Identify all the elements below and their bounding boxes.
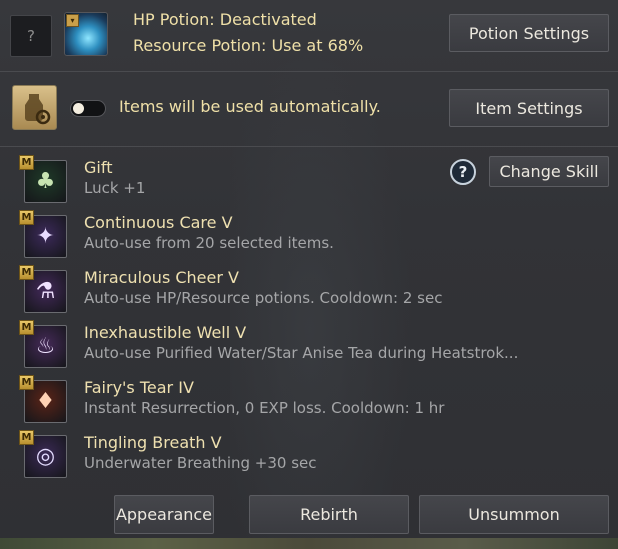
- resource-potion-status: Resource Potion: Use at 68%: [133, 36, 364, 55]
- appearance-button[interactable]: Appearance: [114, 495, 214, 534]
- skill-item: ♣ M Gift Luck +1: [0, 153, 618, 205]
- help-button[interactable]: ?: [10, 15, 52, 57]
- skill-desc: Auto-use from 20 selected items.: [84, 234, 334, 252]
- skill-name: Miraculous Cheer V: [84, 268, 239, 287]
- rebirth-label: Rebirth: [300, 505, 358, 524]
- potion-gear-icon: [12, 85, 57, 130]
- unsummon-label: Unsummon: [468, 505, 560, 524]
- skill-item: ♨ M Inexhaustible Well V Auto-use Purifi…: [0, 318, 618, 370]
- skill-name: Tingling Breath V: [84, 433, 222, 452]
- auto-use-text: Items will be used automatically.: [119, 97, 381, 116]
- skill-desc: Underwater Breathing +30 sec: [84, 454, 317, 472]
- rebirth-button[interactable]: Rebirth: [249, 495, 409, 534]
- skill-icon: ◎ M: [19, 430, 67, 478]
- skill-desc: Instant Resurrection, 0 EXP loss. Cooldo…: [84, 399, 445, 417]
- hp-potion-status: HP Potion: Deactivated: [133, 10, 317, 29]
- m-badge: M: [19, 155, 34, 170]
- m-badge: M: [19, 430, 34, 445]
- skill-item: ◎ M Tingling Breath V Underwater Breathi…: [0, 428, 618, 480]
- help-label: ?: [27, 27, 35, 45]
- skill-item: ⚗ M Miraculous Cheer V Auto-use HP/Resou…: [0, 263, 618, 315]
- m-badge: M: [19, 265, 34, 280]
- skill-icon: ♨ M: [19, 320, 67, 368]
- potion-icon: ▾: [64, 12, 108, 56]
- skill-name: Inexhaustible Well V: [84, 323, 247, 342]
- skill-desc: Auto-use Purified Water/Star Anise Tea d…: [84, 344, 519, 362]
- divider: [0, 146, 618, 147]
- m-badge: M: [19, 375, 34, 390]
- m-badge: M: [19, 210, 34, 225]
- skill-desc: Auto-use HP/Resource potions. Cooldown: …: [84, 289, 443, 307]
- appearance-label: Appearance: [115, 505, 213, 524]
- divider: [0, 71, 618, 72]
- skill-icon: ♣ M: [19, 155, 67, 203]
- skill-name: Gift: [84, 158, 113, 177]
- toggle-knob: [73, 103, 84, 114]
- skill-icon: ⚗ M: [19, 265, 67, 313]
- potion-settings-label: Potion Settings: [468, 23, 590, 43]
- fairy-settings-panel: ? ▾ HP Potion: Deactivated Resource Poti…: [0, 0, 618, 549]
- skill-item: ✦ M Continuous Care V Auto-use from 20 s…: [0, 208, 618, 260]
- slot-badge-icon: ▾: [66, 14, 79, 27]
- unsummon-button[interactable]: Unsummon: [419, 495, 609, 534]
- skill-desc: Luck +1: [84, 179, 146, 197]
- skill-name: Continuous Care V: [84, 213, 233, 232]
- skill-icon: ✦ M: [19, 210, 67, 258]
- skill-item: ♦ M Fairy's Tear IV Instant Resurrection…: [0, 373, 618, 425]
- m-badge: M: [19, 320, 34, 335]
- skill-icon: ♦ M: [19, 375, 67, 423]
- item-settings-label: Item Settings: [475, 98, 583, 118]
- item-settings-button[interactable]: Item Settings: [449, 89, 609, 127]
- auto-use-toggle[interactable]: [70, 100, 106, 117]
- skill-name: Fairy's Tear IV: [84, 378, 194, 397]
- world-background-strip: [0, 538, 618, 549]
- potion-settings-button[interactable]: Potion Settings: [449, 14, 609, 52]
